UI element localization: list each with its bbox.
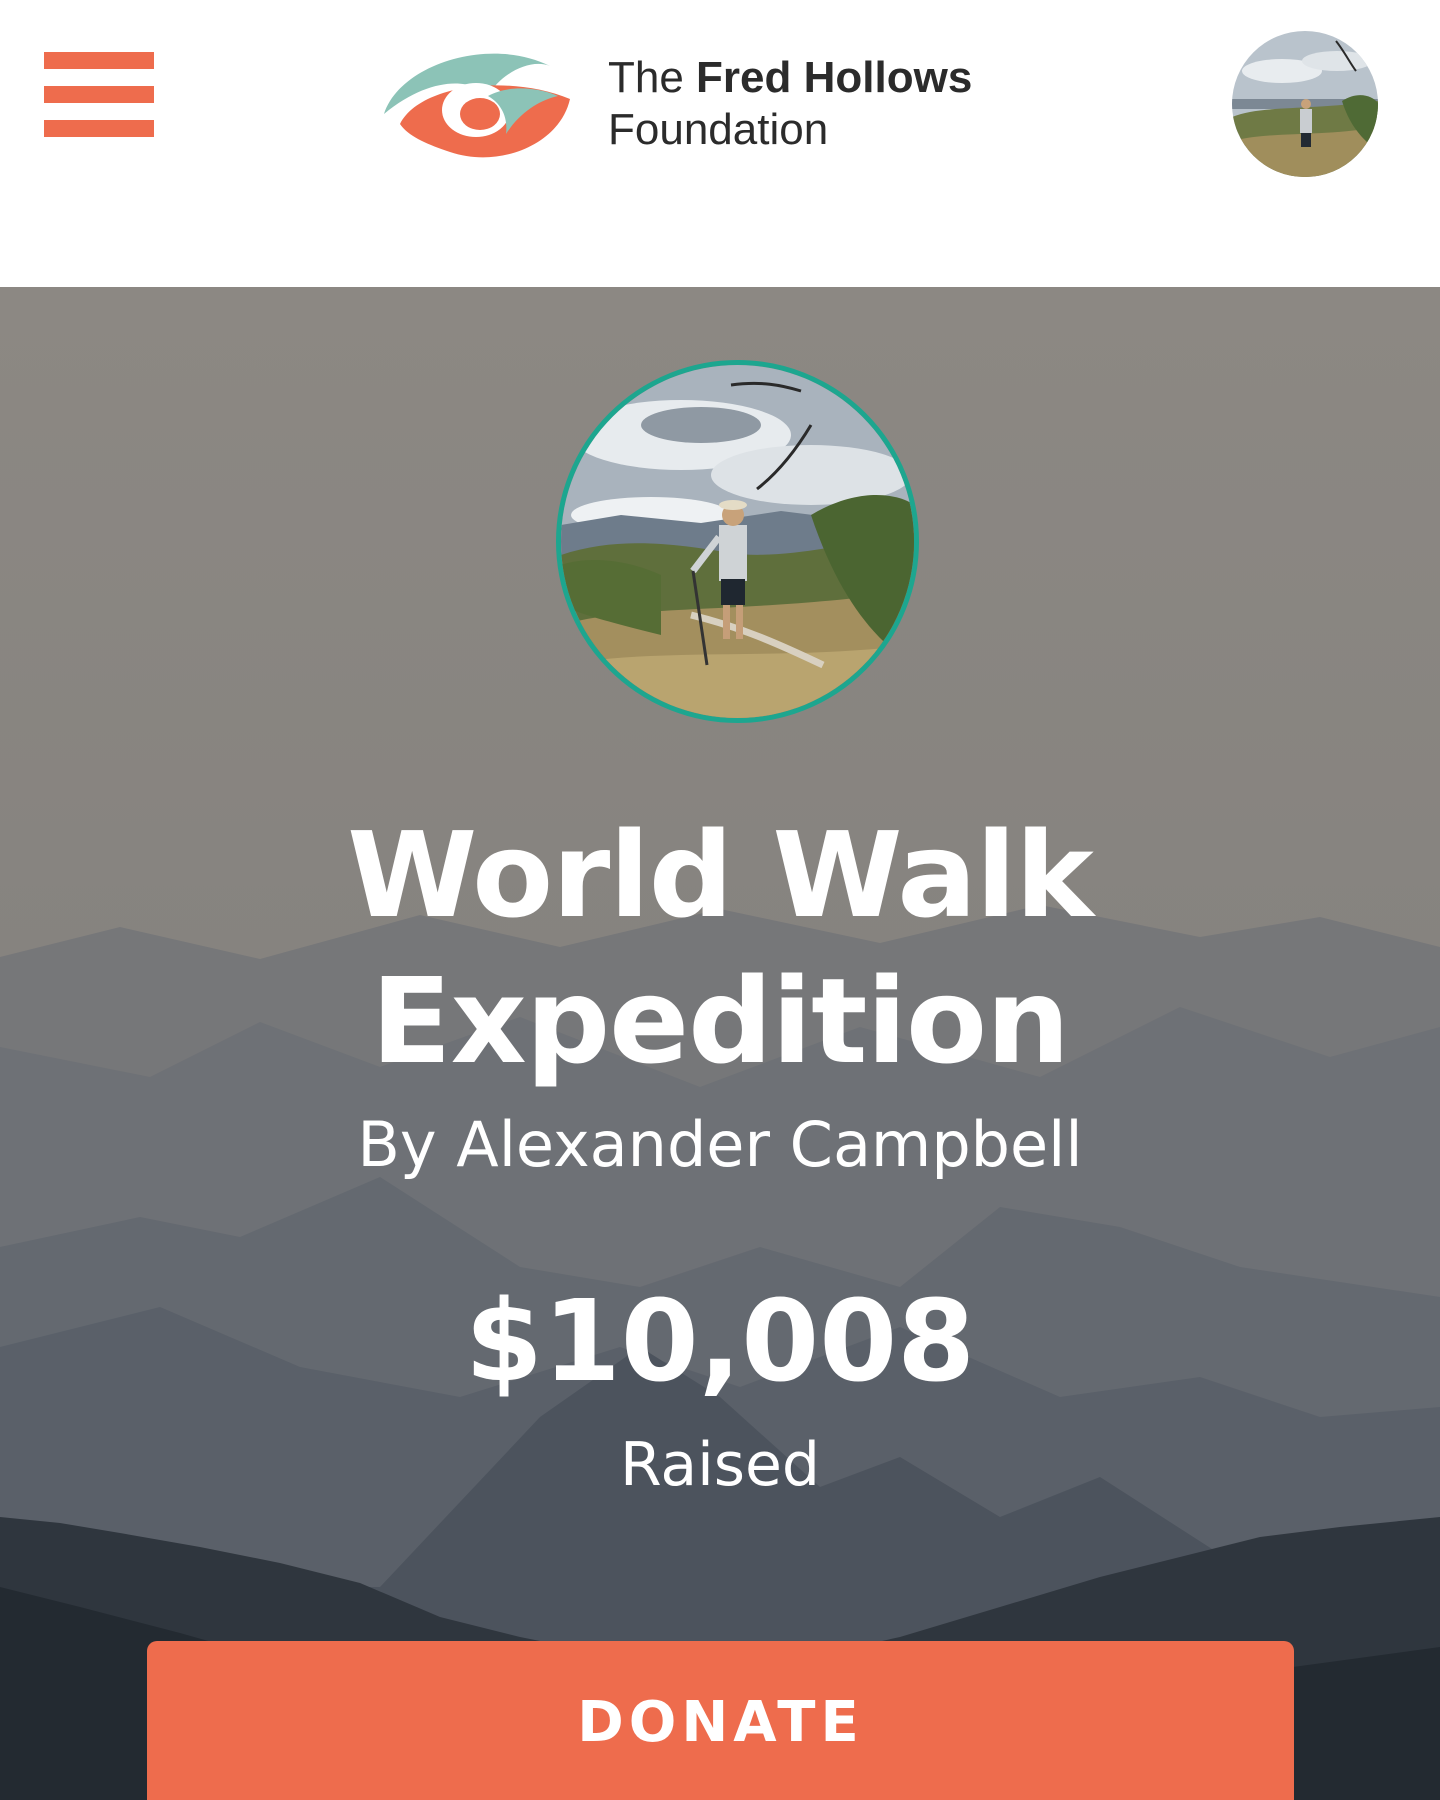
hamburger-menu-button[interactable] — [44, 52, 154, 137]
campaign-hero: World Walk Expedition By Alexander Campb… — [0, 287, 1440, 1800]
campaign-title-line1: World Walk — [347, 806, 1094, 944]
campaign-profile-photo — [556, 360, 919, 723]
menu-bar-icon — [44, 120, 154, 137]
user-avatar[interactable] — [1232, 31, 1378, 177]
donate-button[interactable]: DONATE — [147, 1641, 1294, 1800]
avatar-photo-icon — [1232, 31, 1378, 177]
brand-name-bold: Fred Hollows — [696, 53, 973, 102]
amount-raised-label: Raised — [619, 1430, 821, 1500]
brand-name: The Fred Hollows Foundation — [608, 52, 972, 156]
campaign-title-line2: Expedition — [370, 952, 1070, 1090]
menu-bar-icon — [44, 86, 154, 103]
campaign-title: World Walk Expedition — [220, 802, 1220, 1094]
amount-raised: $10,008 — [464, 1277, 976, 1407]
fred-hollows-eye-logo-icon — [384, 53, 570, 158]
brand-logo-link[interactable]: The Fred Hollows Foundation — [380, 44, 1080, 164]
brand-name-line2: Foundation — [608, 105, 829, 154]
brand-name-prefix: The — [608, 53, 697, 102]
site-header: The Fred Hollows Foundation — [0, 0, 1440, 287]
menu-bar-icon — [44, 52, 154, 69]
hiker-photo-icon — [561, 365, 914, 718]
campaign-byline: By Alexander Campbell — [357, 1108, 1083, 1181]
